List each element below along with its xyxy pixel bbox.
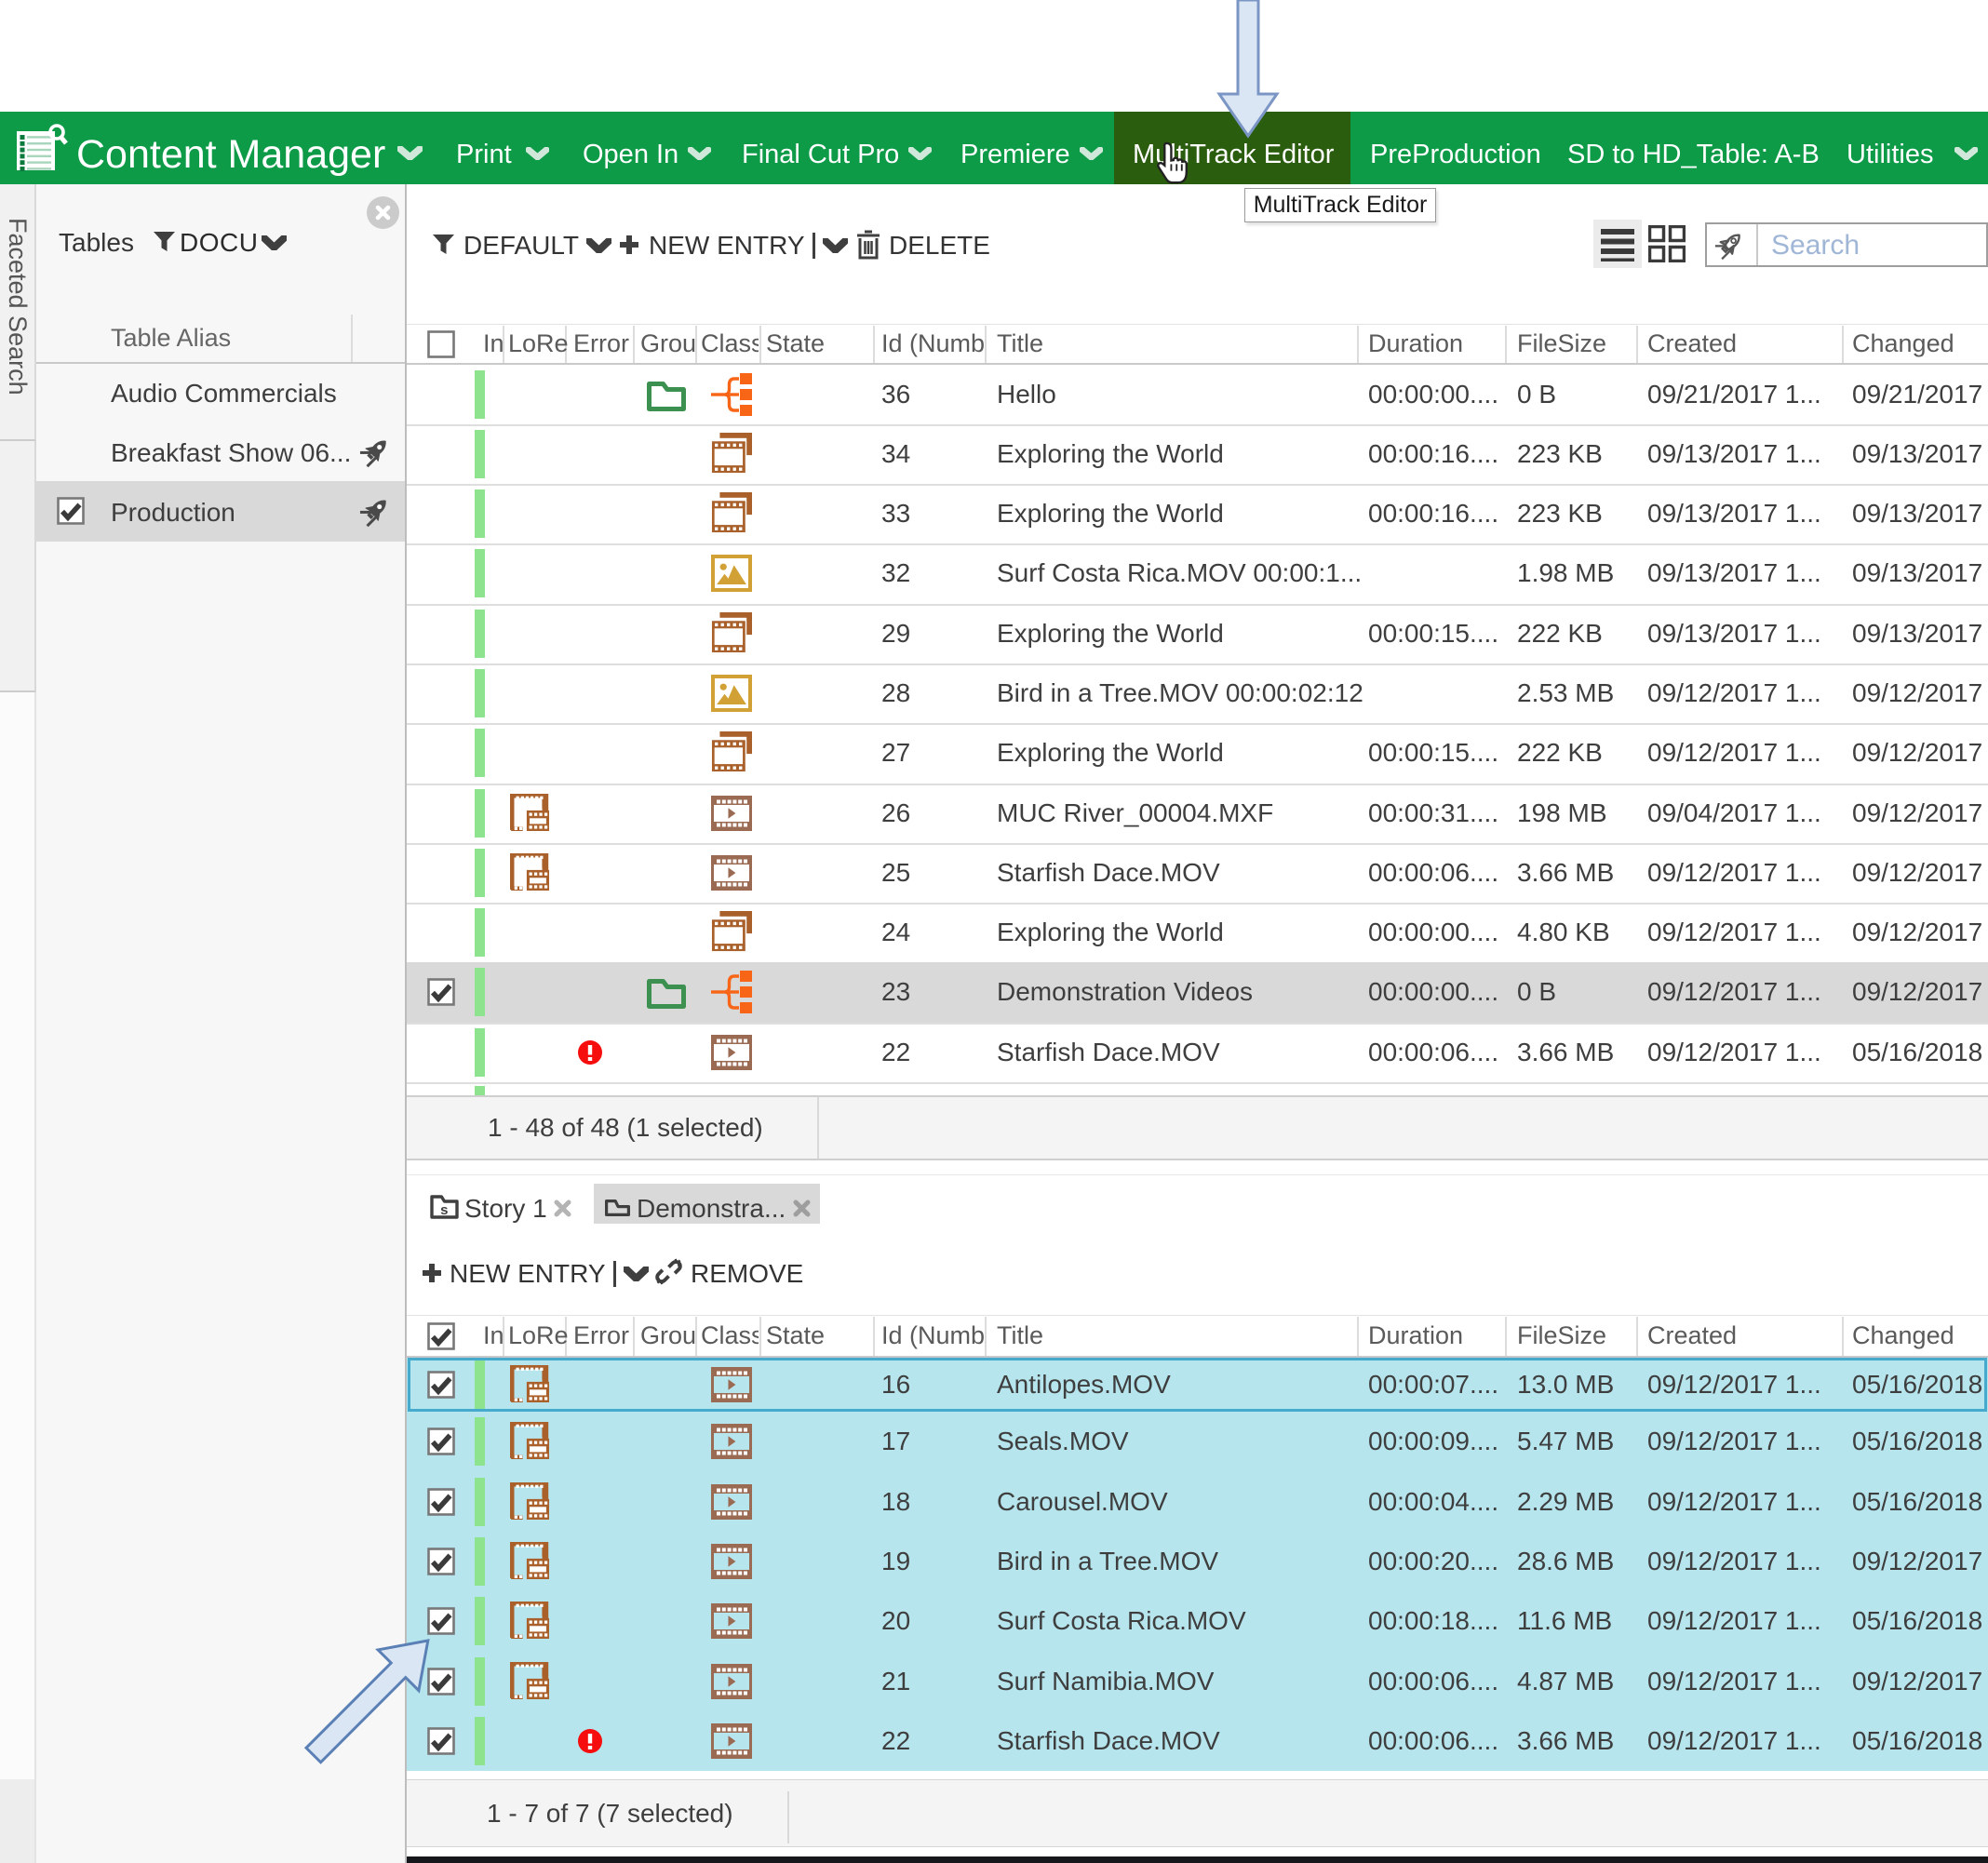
svg-text:s: s — [440, 1202, 448, 1218]
